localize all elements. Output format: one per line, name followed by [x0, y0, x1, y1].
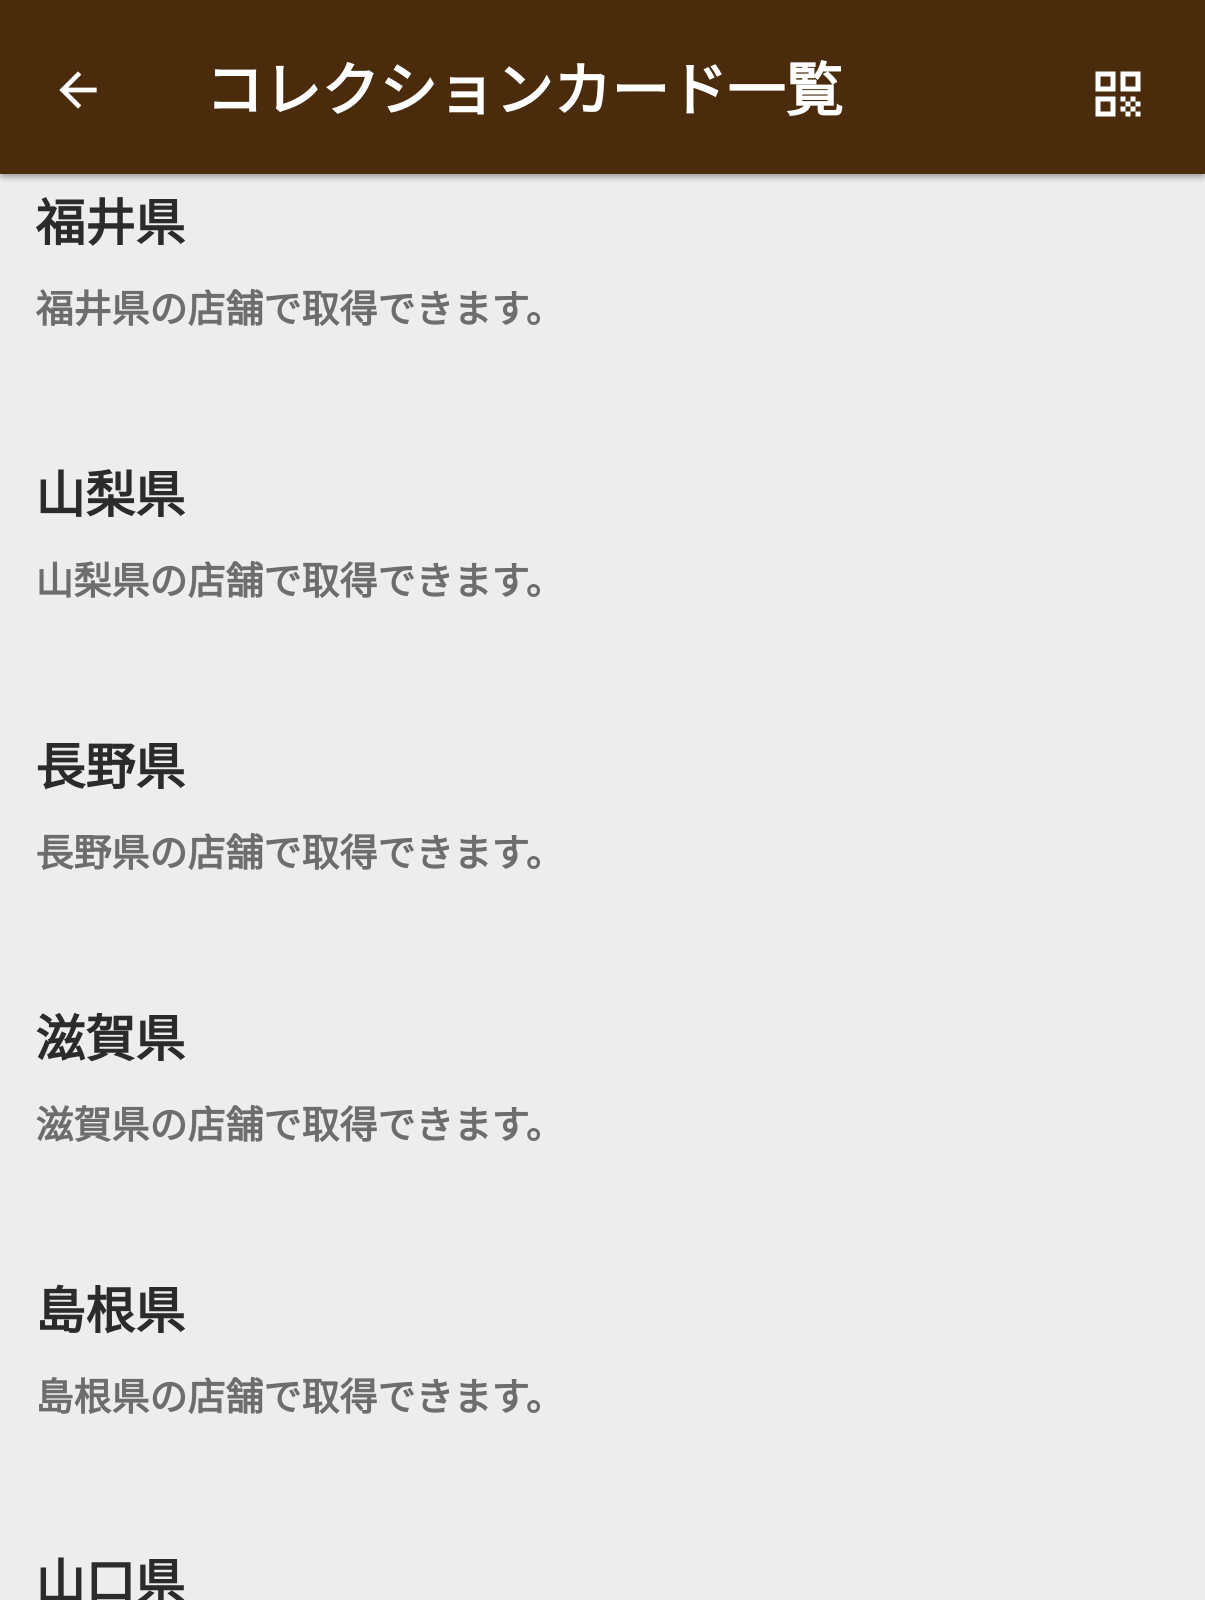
arrow-left-icon [59, 71, 97, 109]
list-item-title: 福井県 [36, 194, 186, 252]
list-item[interactable]: 福井県 福井県の店舗で取得できます。 [36, 188, 1166, 460]
list-item-description: 島根県の店舗で取得できます。 [36, 1375, 565, 1419]
list-item-description: 福井県の店舗で取得できます。 [36, 287, 565, 331]
list-item-description: 滋賀県の店舗で取得できます。 [36, 1103, 565, 1147]
list-item-title: 島根県 [36, 1282, 186, 1340]
qr-code-button[interactable] [1080, 56, 1156, 132]
list-item-title: 長野県 [36, 738, 186, 796]
list-item[interactable]: 山梨県 山梨県の店舗で取得できます。 [36, 460, 1166, 732]
list-item[interactable]: 島根県 島根県の店舗で取得できます。 [36, 1276, 1166, 1548]
page-title: コレクションカード一覧 [206, 56, 845, 124]
list-item-title: 山梨県 [36, 466, 186, 524]
app-bar: コレクションカード一覧 [0, 0, 1205, 174]
list-item-description: 長野県の店舗で取得できます。 [36, 831, 565, 875]
list-item[interactable]: 滋賀県 滋賀県の店舗で取得できます。 [36, 1004, 1166, 1276]
back-button[interactable] [40, 52, 116, 128]
list-item-title: 滋賀県 [36, 1010, 186, 1068]
list-item-title: 山口県 [36, 1554, 186, 1600]
qr-code-icon [1095, 71, 1141, 117]
collection-card-list[interactable]: 福井県 福井県の店舗で取得できます。 山梨県 山梨県の店舗で取得できます。 長野… [0, 174, 1205, 1600]
list-item[interactable]: 長野県 長野県の店舗で取得できます。 [36, 732, 1166, 1004]
list-item[interactable]: 山口県 [36, 1548, 1166, 1600]
list-item-description: 山梨県の店舗で取得できます。 [36, 559, 565, 603]
